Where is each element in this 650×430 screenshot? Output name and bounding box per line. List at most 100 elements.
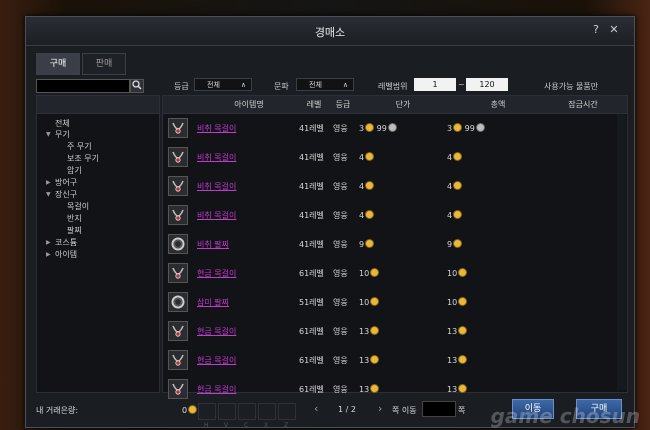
silver-coin-icon [475,123,485,132]
item-name-link[interactable]: 비취 팔찌 [197,239,229,250]
header-level[interactable]: 레벨 [299,99,329,110]
expand-right-icon[interactable]: ▶ [46,251,51,258]
total-price-gold: 10 [447,298,458,307]
header-lock-time[interactable]: 잠금시간 [553,99,613,110]
table-row[interactable]: 현금 목걸이 61레벨 영웅 13 13 [165,319,615,345]
unit-price-gold: 10 [359,269,370,278]
expand-right-icon[interactable]: ▶ [46,239,51,246]
item-name-link[interactable]: 현금 목걸이 [197,326,236,337]
window-title: 경매소 [314,26,346,39]
total-price-gold: 13 [447,356,458,365]
search-input[interactable] [36,79,130,93]
table-row[interactable]: 비취 목걸이 41레벨 영웅 4 4 [165,174,615,200]
item-name-link[interactable]: 비취 목걸이 [197,181,236,192]
hotkey-slot-2[interactable] [218,403,236,420]
item-name-link[interactable]: 비취 목걸이 [197,123,236,134]
item-grade: 영웅 [333,182,348,191]
total-price: 13 [447,326,468,336]
level-min-input[interactable]: 1 [414,78,456,91]
necklace-icon [168,350,188,370]
table-row[interactable]: 비취 목걸이 41레벨 영웅 4 4 [165,203,615,229]
header-unit-price[interactable]: 단가 [363,99,443,110]
expand-right-icon[interactable]: ▶ [46,179,51,186]
item-level: 41레벨 [299,240,324,249]
necklace-icon [168,118,188,138]
sidebar-item-bracelet[interactable]: 팔찌 [67,225,82,236]
gold-coin-icon [365,123,375,132]
hotkey-slot-3[interactable] [238,403,256,420]
title-bar[interactable]: 경매소 ? ✕ [26,17,634,46]
unit-price-gold: 10 [359,298,370,307]
page-jump-input[interactable] [422,401,456,417]
hotkey-slot-4[interactable] [258,403,276,420]
gold-coin-icon [453,239,463,248]
necklace-icon [168,321,188,341]
sidebar-item-necklace[interactable]: 목걸이 [67,201,89,212]
hotkey-slot-1[interactable] [198,403,216,420]
next-page-button[interactable]: › [378,402,382,415]
item-level: 41레벨 [299,124,324,133]
table-row[interactable]: 비취 팔찌 41레벨 영웅 9 9 [165,232,615,258]
table-row[interactable]: 삼미 팔찌 51레벨 영웅 10 10 [165,290,615,316]
close-icon[interactable]: ✕ [608,24,620,36]
total-price-gold: 3 [447,124,453,133]
expand-down-icon[interactable]: ▼ [46,131,51,138]
item-grade: 영웅 [333,211,348,220]
grade-select[interactable]: 전체 ∧ [194,78,252,91]
hotkey-label: C [244,422,249,429]
sidebar-item-hidden-weapon[interactable]: 암기 [67,165,82,176]
table-row[interactable]: 비취 목걸이 41레벨 영웅 3 99 3 99 [165,116,615,142]
page-jump-label: 쪽 이동 [392,406,417,415]
unit-price: 4 [359,152,375,162]
item-name-link[interactable]: 현금 목걸이 [197,384,236,395]
item-grade: 영웅 [333,153,348,162]
sidebar-item-weapon[interactable]: 무기 [55,129,70,140]
prev-page-button[interactable]: ‹ [314,402,318,415]
faction-label: 문파 [274,82,289,91]
gold-coin-icon [453,210,463,219]
unit-price-gold: 13 [359,385,370,394]
header-item-name[interactable]: 아이템명 [193,99,305,110]
sidebar-item-armor[interactable]: 방어구 [55,177,77,188]
header-grade[interactable]: 등급 [329,99,357,110]
unit-price-gold: 9 [359,240,365,249]
table-row[interactable]: 현금 목걸이 61레벨 영웅 10 10 [165,261,615,287]
total-price: 3 99 [447,123,485,133]
header-total-price[interactable]: 총액 [453,99,543,110]
grade-label: 등급 [174,82,189,91]
item-name-link[interactable]: 비취 목걸이 [197,210,236,221]
unit-price-gold: 4 [359,211,365,220]
tab-sell[interactable]: 판매 [82,53,126,75]
sidebar-item-costume[interactable]: 코스튬 [55,237,77,248]
item-name-link[interactable]: 비취 목걸이 [197,152,236,163]
total-price: 13 [447,355,468,365]
table-row[interactable]: 비취 목걸이 41레벨 영웅 4 4 [165,145,615,171]
gold-coin-icon [370,384,380,393]
usable-only-toggle[interactable]: 사용가능 물품만 [544,81,598,92]
gold-coin-icon [365,210,375,219]
hotkey-label: V [224,422,229,429]
gold-coin-icon [458,355,468,364]
table-scrollbar[interactable] [617,114,626,390]
sidebar-item-accessory[interactable]: 장신구 [55,189,77,200]
item-name-link[interactable]: 현금 목걸이 [197,355,236,366]
gold-coin-icon [458,326,468,335]
tab-buy[interactable]: 구매 [36,53,80,75]
sidebar-item-sub-weapon[interactable]: 보조 무기 [67,153,99,164]
hotkey-slot-5[interactable] [278,403,296,420]
expand-down-icon[interactable]: ▼ [46,191,51,198]
grade-select-value: 전체 [207,81,220,89]
level-max-input[interactable]: 120 [466,78,508,91]
faction-select[interactable]: 전체 ∧ [296,78,354,91]
help-icon[interactable]: ? [590,24,602,36]
search-icon[interactable] [130,79,144,93]
item-name-link[interactable]: 현금 목걸이 [197,268,236,279]
item-name-link[interactable]: 삼미 팔찌 [197,297,229,308]
table-row[interactable]: 현금 목걸이 61레벨 영웅 13 13 [165,348,615,374]
sidebar-item-ring[interactable]: 반지 [67,213,82,224]
sidebar-item-main-weapon[interactable]: 주 무기 [67,141,92,152]
item-grade: 영웅 [333,240,348,249]
auction-house-window: 경매소 ? ✕ 구매 판매 등급 전체 ∧ 문파 전체 ∧ 레벨범위 1 ~ 1… [25,16,635,429]
sidebar-item-all[interactable]: 전체 [55,118,70,129]
sidebar-item-items[interactable]: 아이템 [55,249,77,260]
